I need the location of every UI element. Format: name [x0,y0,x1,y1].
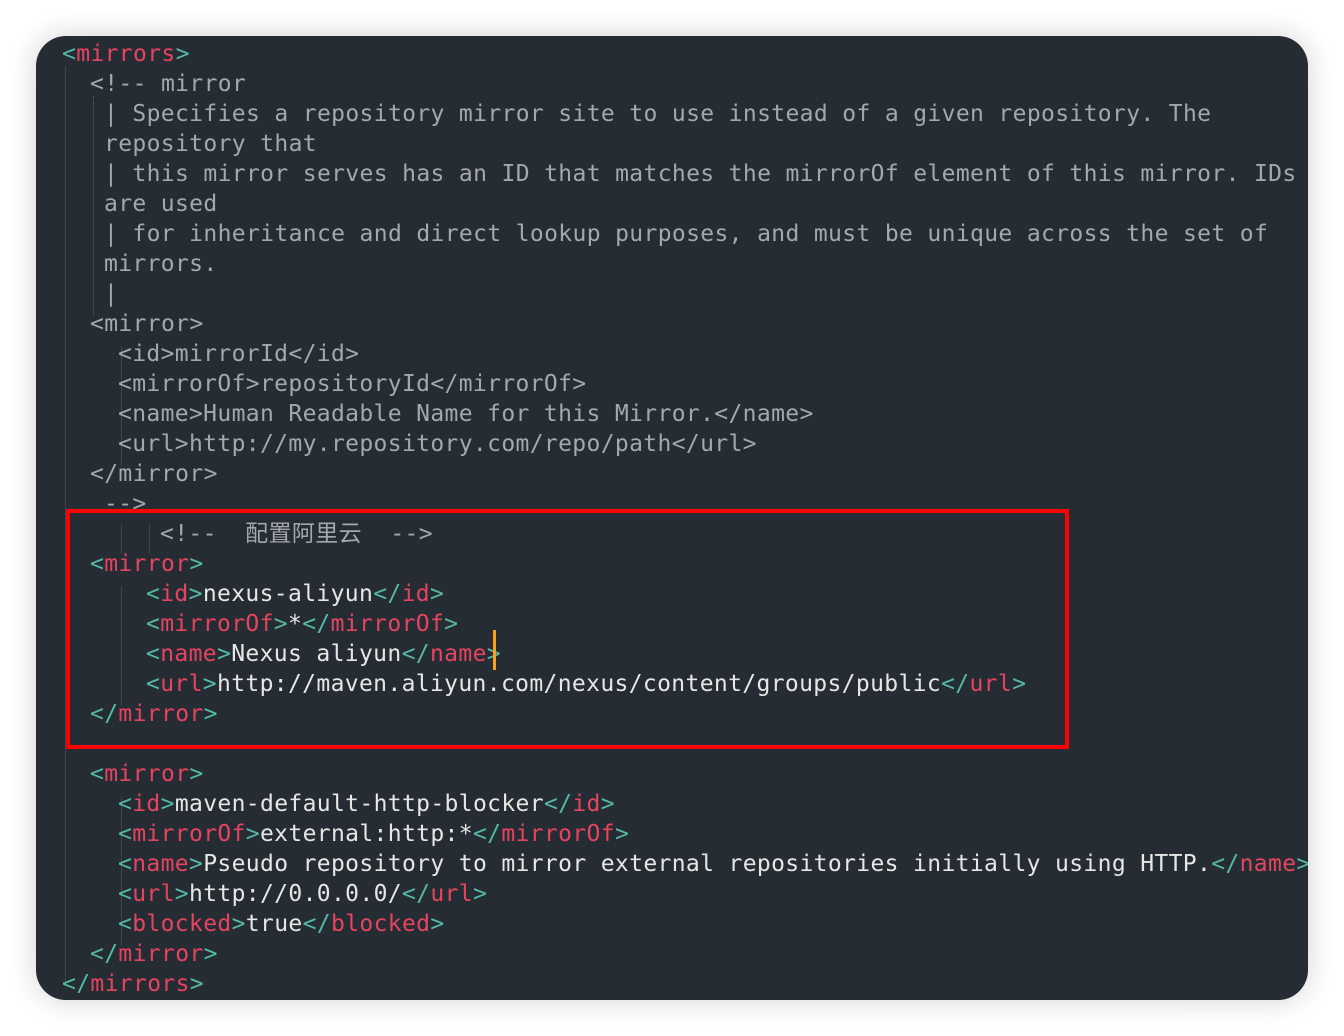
tag-name: name [1239,851,1297,877]
bracket: > [600,791,615,817]
code-line: <mirrorOf>external:http:*</mirrorOf> [118,819,629,849]
bracket: </ [401,881,431,907]
bracket: < [118,791,133,817]
bracket: < [90,761,105,787]
tag-name: mirrorOf [501,821,615,847]
bracket: > [430,911,445,937]
tag-name: mirrorOf [132,821,246,847]
comment-line: <name>Human Readable Name for this Mirro… [118,401,814,427]
bracket: < [118,821,133,847]
comment-line: <id>mirrorId</id> [118,341,360,367]
comment-line: </mirror> [90,461,218,487]
bracket: > [614,821,630,847]
bracket: </ [1211,851,1240,877]
bracket: > [203,941,218,967]
tag-value: Pseudo repository to mirror external rep… [203,851,1212,877]
bracket: </ [302,911,331,937]
bracket: < [62,41,77,67]
tag-value: true [245,911,303,937]
comment-line: <!-- mirror [90,71,247,97]
code-line: <id>maven-default-http-blocker</id> [118,789,615,819]
comment-line: <url>http://my.repository.com/repo/path<… [118,431,757,457]
bracket: </ [90,941,119,967]
tag-name: mirrors [90,971,190,997]
comment-line: are used [104,191,218,217]
code-area[interactable]: <mirrors> <!-- mirror | Specifies a repo… [36,36,1308,1000]
bracket: </ [62,971,91,997]
bracket: > [189,761,204,787]
bracket: > [189,851,204,877]
comment-line: | for inheritance and direct lookup purp… [104,221,1269,247]
bracket: > [174,881,189,907]
tag-name: mirror [118,941,204,967]
bracket: > [231,911,246,937]
tag-name: mirrors [76,41,176,67]
bracket: > [175,41,190,67]
bracket: < [118,911,133,937]
highlight-box [66,509,1069,749]
tag-name: url [430,881,473,907]
comment-line: <mirrorOf>repositoryId</mirrorOf> [118,371,587,397]
bracket: < [118,881,133,907]
tag-name: mirror [104,761,190,787]
tag-value: http://0.0.0.0/ [189,881,402,907]
code-editor-window: <mirrors> <!-- mirror | Specifies a repo… [36,36,1308,1000]
code-line: <url>http://0.0.0.0/</url> [118,879,487,909]
bracket: </ [543,791,573,817]
comment-line: | Specifies a repository mirror site to … [104,101,1212,127]
bracket: > [160,791,175,817]
code-line: </mirror> [90,939,218,969]
bracket: > [472,881,488,907]
tag-value: external:http:* [259,821,473,847]
code-line: </mirrors> [62,969,204,999]
text-cursor [493,630,496,670]
bracket: > [245,821,260,847]
tag-name: url [132,881,175,907]
tag-name: blocked [132,911,232,937]
comment-line: | [104,281,119,307]
code-line: <name>Pseudo repository to mirror extern… [118,849,1308,879]
code-line: <blocked>true</blocked> [118,909,445,939]
comment-line: | this mirror serves has an ID that matc… [104,161,1297,187]
comment-line: repository that [104,131,317,157]
comment-line: mirrors. [104,251,218,277]
tag-value: maven-default-http-blocker [174,791,544,817]
tag-name: id [132,791,161,817]
code-line: <mirror> [90,759,204,789]
comment-line: <mirror> [90,311,204,337]
code-line: <mirrors> [62,39,190,69]
indent-guide [93,96,94,316]
tag-name: blocked [331,911,431,937]
tag-name: name [132,851,189,877]
bracket: </ [472,821,502,847]
watermark: CSDN @桜キャン 卜 [1185,1011,1328,1029]
bracket: > [1296,851,1308,877]
bracket: > [189,971,204,997]
bracket: < [118,851,133,877]
tag-name: id [572,791,601,817]
